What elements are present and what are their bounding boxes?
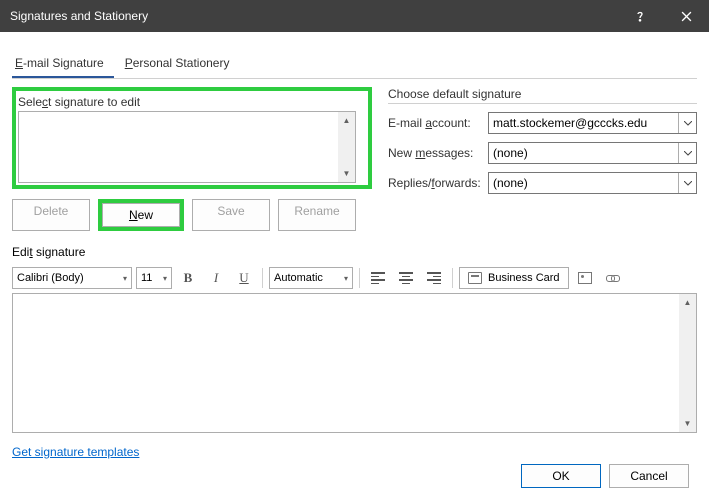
editor-toolbar: Calibri (Body) ▾ 11 ▾ B I U Automatic ▾ … [12, 267, 697, 289]
font-size-value: 11 [141, 272, 152, 284]
chevron-down-icon [678, 173, 696, 193]
rename-button[interactable]: Rename [278, 199, 356, 231]
signature-listbox[interactable]: ▲ ▼ [18, 111, 356, 183]
tab-row: E-mail Signature Personal Stationery [12, 50, 697, 79]
chevron-down-icon: ▾ [119, 274, 127, 283]
align-center-button[interactable] [394, 267, 418, 289]
align-right-icon [427, 272, 441, 284]
new-messages-combo[interactable]: (none) [488, 142, 697, 164]
underline-button[interactable]: U [232, 267, 256, 289]
get-templates-link[interactable]: Get signature templates [12, 445, 139, 459]
business-card-label: Business Card [488, 272, 560, 284]
align-right-button[interactable] [422, 267, 446, 289]
scroll-up-icon[interactable]: ▲ [679, 294, 696, 311]
font-color-combo[interactable]: Automatic ▾ [269, 267, 353, 289]
ok-button[interactable]: OK [521, 464, 601, 488]
italic-button[interactable]: I [204, 267, 228, 289]
align-center-icon [399, 272, 413, 284]
font-color-value: Automatic [274, 272, 323, 284]
toolbar-separator [452, 268, 453, 288]
bold-button[interactable]: B [176, 267, 200, 289]
select-signature-label: Select signature to edit [18, 95, 140, 109]
new-messages-value: (none) [493, 146, 528, 160]
font-family-value: Calibri (Body) [17, 272, 84, 284]
email-account-value: matt.stockemer@gcccks.edu [493, 116, 647, 130]
signature-editor[interactable]: ▲ ▼ [12, 293, 697, 433]
insert-picture-button[interactable] [573, 267, 597, 289]
replies-forwards-combo[interactable]: (none) [488, 172, 697, 194]
close-button[interactable] [663, 0, 709, 32]
replies-forwards-value: (none) [493, 176, 528, 190]
insert-hyperlink-button[interactable] [601, 267, 625, 289]
font-size-combo[interactable]: 11 ▾ [136, 267, 172, 289]
tab-personal-stationery[interactable]: Personal Stationery [122, 50, 240, 78]
business-card-icon [468, 272, 482, 284]
highlight-select-signature: Select signature to edit ▲ ▼ [12, 87, 372, 189]
edit-signature-label: Edit signature [12, 245, 85, 259]
chevron-down-icon: ▾ [340, 274, 348, 283]
highlight-new-button: New [98, 199, 184, 231]
scroll-down-icon[interactable]: ▼ [679, 415, 696, 432]
new-button[interactable]: New [102, 203, 180, 227]
delete-button[interactable]: Delete [12, 199, 90, 231]
chevron-down-icon: ▾ [159, 274, 167, 283]
default-signature-group-label: Choose default signature [388, 87, 697, 104]
editor-scrollbar[interactable]: ▲ ▼ [679, 294, 696, 432]
scroll-down-icon[interactable]: ▼ [338, 165, 355, 182]
cancel-button[interactable]: Cancel [609, 464, 689, 488]
align-left-button[interactable] [366, 267, 390, 289]
font-family-combo[interactable]: Calibri (Body) ▾ [12, 267, 132, 289]
toolbar-separator [262, 268, 263, 288]
title-bar: Signatures and Stationery [0, 0, 709, 32]
scroll-up-icon[interactable]: ▲ [338, 112, 355, 129]
new-messages-label: New messages: [388, 146, 488, 160]
save-button[interactable]: Save [192, 199, 270, 231]
picture-icon [578, 272, 592, 284]
window-title: Signatures and Stationery [0, 9, 617, 23]
email-account-combo[interactable]: matt.stockemer@gcccks.edu [488, 112, 697, 134]
chevron-down-icon [678, 113, 696, 133]
align-left-icon [371, 272, 385, 284]
tab-email-signature[interactable]: E-mail Signature [12, 50, 114, 78]
email-account-label: E-mail account: [388, 116, 488, 130]
help-button[interactable] [617, 0, 663, 32]
chevron-down-icon [678, 143, 696, 163]
business-card-button[interactable]: Business Card [459, 267, 569, 289]
toolbar-separator [359, 268, 360, 288]
listbox-scrollbar[interactable]: ▲ ▼ [338, 112, 355, 182]
hyperlink-icon [606, 273, 620, 283]
replies-forwards-label: Replies/forwards: [388, 176, 488, 190]
